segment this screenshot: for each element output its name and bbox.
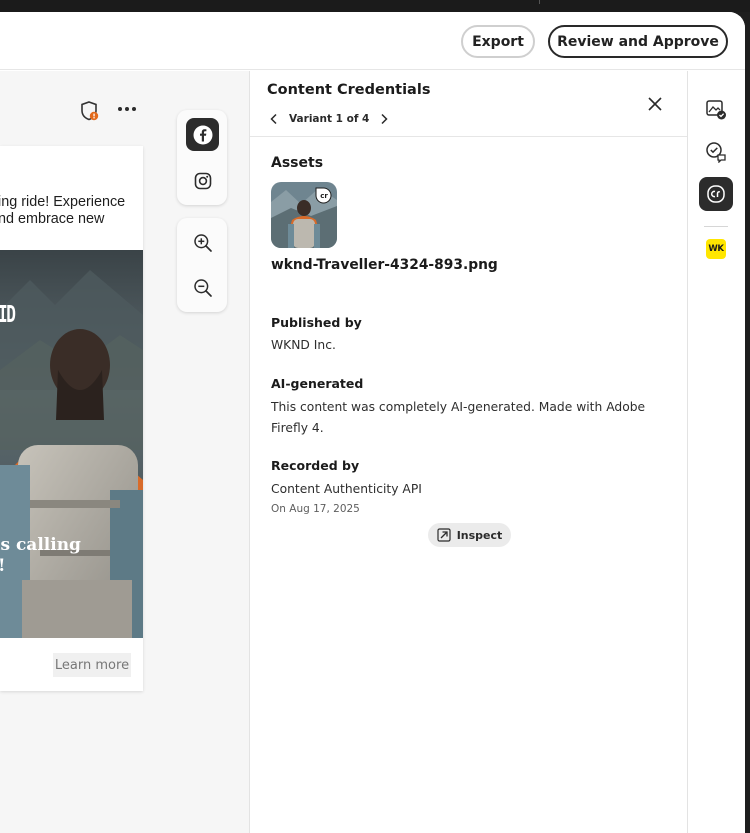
close-icon[interactable] [645,94,665,114]
zoom-in-button[interactable] [186,226,219,259]
brand-badge[interactable]: WK [706,239,726,259]
post-caption-line-2: nd embrace new [0,210,105,227]
content-credentials-icon [707,185,725,203]
ai-generated-label: AI-generated [271,376,364,391]
rail-image-check-button[interactable] [699,93,733,127]
right-rail: WK [689,71,745,833]
instagram-icon [194,172,211,189]
facebook-icon [193,125,212,144]
learn-more-button[interactable]: Learn more [53,653,131,677]
published-by-label: Published by [271,315,362,330]
zoom-out-button[interactable] [186,271,219,304]
asset-thumbnail[interactable]: cr [271,182,337,248]
facebook-channel-button[interactable] [186,118,219,151]
published-by-value: WKND Inc. [271,338,336,352]
zoom-out-icon [193,278,212,297]
content-credentials-panel: Content Credentials Variant 1 of 4 Asset… [249,71,688,833]
recorded-by-value: Content Authenticity API [271,482,422,496]
inspect-label: Inspect [456,528,503,542]
post-caption: ing ride! Experience nd embrace new [0,194,143,227]
brand-wordmark-partial: ID [0,302,16,328]
top-notch [539,0,540,4]
rail-comment-check-button[interactable] [699,135,733,169]
headline-line-2: ! [0,556,5,576]
chevron-left-icon [270,113,277,125]
recorded-by-label: Recorded by [271,458,360,473]
zoom-toolbar [177,218,227,312]
post-image: ID is calling ! [0,250,143,638]
post-caption-line-1: ing ride! Experience [0,194,126,210]
panel-title: Content Credentials [267,82,431,98]
next-variant-button[interactable] [377,112,391,126]
variant-switcher: Variant 1 of 4 [267,110,391,128]
headline-line-1: is calling [0,535,81,555]
chevron-right-icon [381,113,388,125]
preview-canvas: ing ride! Experience nd embrace new D is… [0,71,249,833]
comment-check-icon [706,142,726,163]
panel-divider [250,136,687,137]
header-bar: Export Review and Approve [0,12,745,70]
ai-generated-value: This content was completely AI-generated… [271,400,646,435]
review-approve-button[interactable]: Review and Approve [548,25,728,58]
app-window: Export Review and Approve ing ride! Expe… [0,12,745,833]
asset-filename: wknd-Traveller-4324-893.png [271,257,498,273]
recorded-date: On Aug 17, 2025 [271,503,360,515]
post-preview-card: ing ride! Experience nd embrace new D is… [0,146,143,691]
content-credentials-badge-icon: cr [315,187,332,204]
thumb-badge-text: cr [320,192,328,200]
channel-toolbar [177,110,227,205]
zoom-in-icon [193,233,212,252]
shield-warning-icon[interactable] [81,101,99,121]
top-strip [0,0,750,12]
instagram-channel-button[interactable] [186,164,219,197]
more-options-icon[interactable] [117,99,137,119]
open-external-icon [437,528,451,542]
export-button[interactable]: Export [461,25,535,58]
variant-label: Variant 1 of 4 [289,113,370,125]
rail-content-credentials-button[interactable] [699,177,733,211]
image-check-icon [706,100,726,120]
previous-variant-button[interactable] [267,112,281,126]
inspect-button[interactable]: Inspect [428,523,511,547]
rail-separator [704,226,728,227]
assets-heading: Assets [271,155,324,171]
